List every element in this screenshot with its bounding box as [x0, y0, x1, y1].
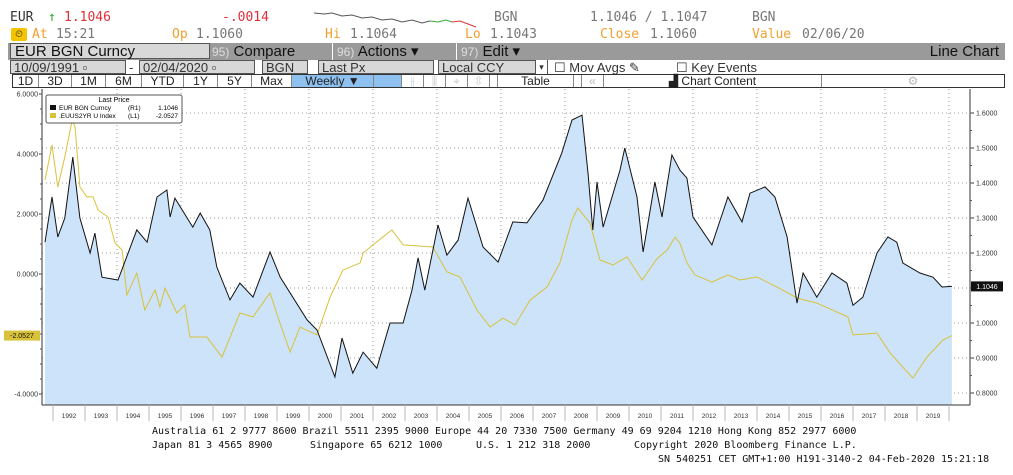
footer-phones-1: Australia 61 2 9777 8600 Brazil 5511 239… [152, 426, 857, 437]
x-tick-label: 2014 [766, 413, 781, 420]
x-tick-label: 2018 [894, 413, 909, 420]
left-tick-label: 4.0000 [17, 152, 39, 159]
x-tick-label: 2015 [798, 413, 813, 420]
right-last-value-label: 1.1046 [976, 284, 998, 291]
legend-series-2-last: -2.0527 [156, 113, 178, 120]
x-tick-label: 2006 [510, 413, 525, 420]
right-tick-label: 0.9000 [976, 356, 998, 363]
right-tick-label: 1.2000 [976, 251, 998, 258]
x-tick-label: 2005 [478, 413, 493, 420]
left-last-value-label: -2.0527 [10, 333, 34, 340]
footer-copyright: Copyright 2020 Bloomberg Finance L.P. [634, 440, 857, 451]
x-tick-label: 2011 [670, 413, 684, 420]
x-tick-label: 1996 [190, 413, 205, 420]
footer-session: SN 540251 CET GMT+1:00 H191-3140-2 04-Fe… [658, 454, 990, 465]
x-tick-label: 1998 [254, 413, 269, 420]
x-tick-label: 2016 [830, 413, 845, 420]
x-tick-label: 1993 [94, 413, 109, 420]
x-tick-label: 2019 [926, 413, 941, 420]
left-tick-label: 6.0000 [17, 92, 39, 99]
line-chart[interactable]: 6.00004.00002.00000.0000-4.0000-2.05271.… [0, 0, 1013, 428]
legend-series-1-axis: (R1) [128, 105, 141, 112]
legend-series-1-last: 1.1046 [158, 105, 178, 112]
right-tick-label: 0.8000 [976, 391, 998, 398]
left-tick-label: -4.0000 [14, 392, 38, 399]
right-tick-label: 1.0000 [976, 321, 998, 328]
left-tick-label: 0.0000 [17, 272, 39, 279]
x-tick-label: 2002 [382, 413, 397, 420]
right-tick-label: 1.4000 [976, 181, 998, 188]
right-tick-label: 1.3000 [976, 216, 998, 223]
x-tick-label: 2009 [606, 413, 621, 420]
footer-us: U.S. 1 212 318 2000 [476, 440, 591, 451]
x-tick-label: 2010 [638, 413, 653, 420]
legend-series-2-axis: (L1) [128, 113, 140, 120]
x-tick-label: 2000 [318, 413, 333, 420]
x-tick-label: 1999 [286, 413, 301, 420]
x-tick-label: 2001 [350, 413, 365, 420]
x-tick-label: 2013 [734, 413, 749, 420]
x-tick-label: 2004 [446, 413, 461, 420]
legend-swatch-yellow [50, 113, 56, 118]
footer-singapore: Singapore 65 6212 1000 [310, 440, 443, 451]
legend-series-2-name: .EUUS2YR U Index [59, 113, 116, 120]
right-tick-label: 1.5000 [976, 146, 998, 153]
x-tick-label: 1994 [126, 413, 141, 420]
legend-title: Last Price [98, 97, 129, 104]
legend-swatch-black [50, 105, 56, 110]
x-tick-label: 1995 [158, 413, 173, 420]
legend-series-1-name: EUR BGN Curncy [59, 105, 112, 112]
x-tick-label: 2003 [414, 413, 429, 420]
footer-japan: Japan 81 3 4565 8900 [152, 440, 273, 451]
x-tick-label: 2012 [702, 413, 717, 420]
x-tick-label: 2017 [862, 413, 877, 420]
right-tick-label: 1.6000 [976, 111, 998, 118]
x-tick-label: 1992 [62, 413, 77, 420]
x-tick-label: 2007 [542, 413, 557, 420]
x-tick-label: 2008 [574, 413, 589, 420]
legend[interactable]: Last Price EUR BGN Curncy (R1) 1.1046 .E… [45, 94, 183, 124]
x-tick-label: 1997 [222, 413, 237, 420]
left-tick-label: 2.0000 [17, 212, 39, 219]
